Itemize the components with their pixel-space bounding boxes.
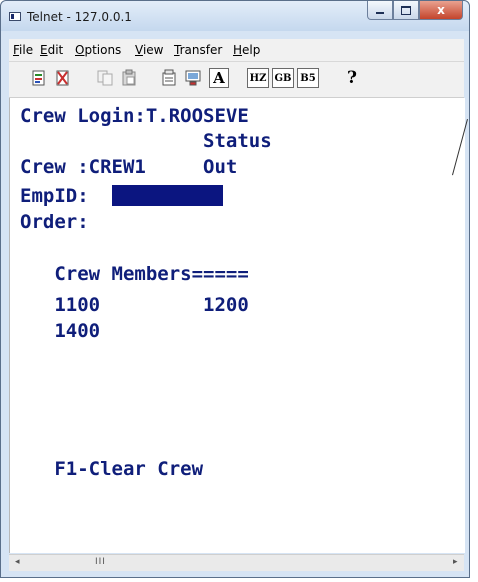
menu-bar: File Edit Options View Transfer Help: [9, 39, 464, 62]
maximize-icon: [401, 5, 411, 15]
properties-button[interactable]: [159, 68, 179, 88]
toolbar: A HZ GB B5 ?: [9, 62, 464, 98]
scroll-grip[interactable]: III: [95, 557, 106, 567]
paste-icon: [122, 69, 136, 86]
terminal-line-1: Crew Login:T.ROOSEVE: [20, 105, 249, 127]
terminal-screen[interactable]: Crew Login:T.ROOSEVE Status Crew :CREW1 …: [9, 98, 465, 553]
menu-view[interactable]: View: [135, 43, 163, 57]
menu-edit[interactable]: Edit: [40, 43, 63, 57]
terminal-line-3: Crew :CREW1 Out: [20, 156, 238, 178]
terminal-line-8: 1100 1200: [20, 294, 249, 316]
menu-options[interactable]: Options: [75, 43, 121, 57]
caption-buttons: x: [367, 1, 463, 21]
disconnect-button[interactable]: [53, 68, 73, 88]
scroll-right-icon[interactable]: ▸: [453, 557, 458, 567]
font-button[interactable]: A: [209, 68, 229, 88]
b5-encoding-icon: B5: [300, 72, 316, 84]
window-title: Telnet - 127.0.0.1: [27, 10, 132, 24]
connect-icon: [32, 70, 45, 86]
scroll-left-icon[interactable]: ◂: [15, 557, 20, 567]
font-icon: A: [213, 69, 225, 87]
telnet-window: Telnet - 127.0.0.1 x File Edit Options V…: [0, 0, 470, 578]
title-bar[interactable]: Telnet - 127.0.0.1 x: [1, 1, 469, 31]
maximize-button[interactable]: [393, 1, 419, 20]
minimize-button[interactable]: [367, 1, 393, 20]
terminal-line-7: Crew Members=====: [20, 263, 249, 285]
disconnect-icon: [56, 70, 69, 86]
minimize-icon: [376, 12, 384, 14]
copy-icon: [97, 70, 113, 86]
menu-file[interactable]: File: [13, 43, 33, 57]
terminal-line-2: Status: [20, 130, 272, 152]
gb-encoding-icon: GB: [274, 72, 292, 84]
close-icon: x: [437, 3, 445, 17]
properties-icon: [162, 69, 176, 86]
terminal-line-4: EmpID:: [20, 185, 89, 207]
horizontal-scrollbar[interactable]: ◂ III ▸: [9, 554, 464, 571]
hz-encoding-button[interactable]: HZ: [247, 68, 269, 88]
terminal-line-5: Order:: [20, 211, 89, 233]
display-button[interactable]: [183, 68, 203, 88]
hz-encoding-icon: HZ: [249, 72, 267, 84]
paste-button[interactable]: [119, 68, 139, 88]
menu-transfer[interactable]: Transfer: [174, 43, 222, 57]
help-button[interactable]: ?: [342, 68, 362, 88]
empid-input-highlight[interactable]: [112, 185, 223, 206]
help-icon: ?: [347, 68, 357, 88]
close-button[interactable]: x: [419, 1, 463, 20]
telnet-app-icon[interactable]: [9, 12, 21, 21]
gb-encoding-button[interactable]: GB: [272, 68, 294, 88]
terminal-line-15: F1-Clear Crew: [20, 458, 204, 480]
b5-encoding-button[interactable]: B5: [297, 68, 319, 88]
copy-button[interactable]: [95, 68, 115, 88]
menu-help[interactable]: Help: [233, 43, 260, 57]
display-icon: [185, 70, 201, 86]
connect-button[interactable]: [29, 68, 49, 88]
terminal-line-9: 1400: [20, 320, 101, 342]
